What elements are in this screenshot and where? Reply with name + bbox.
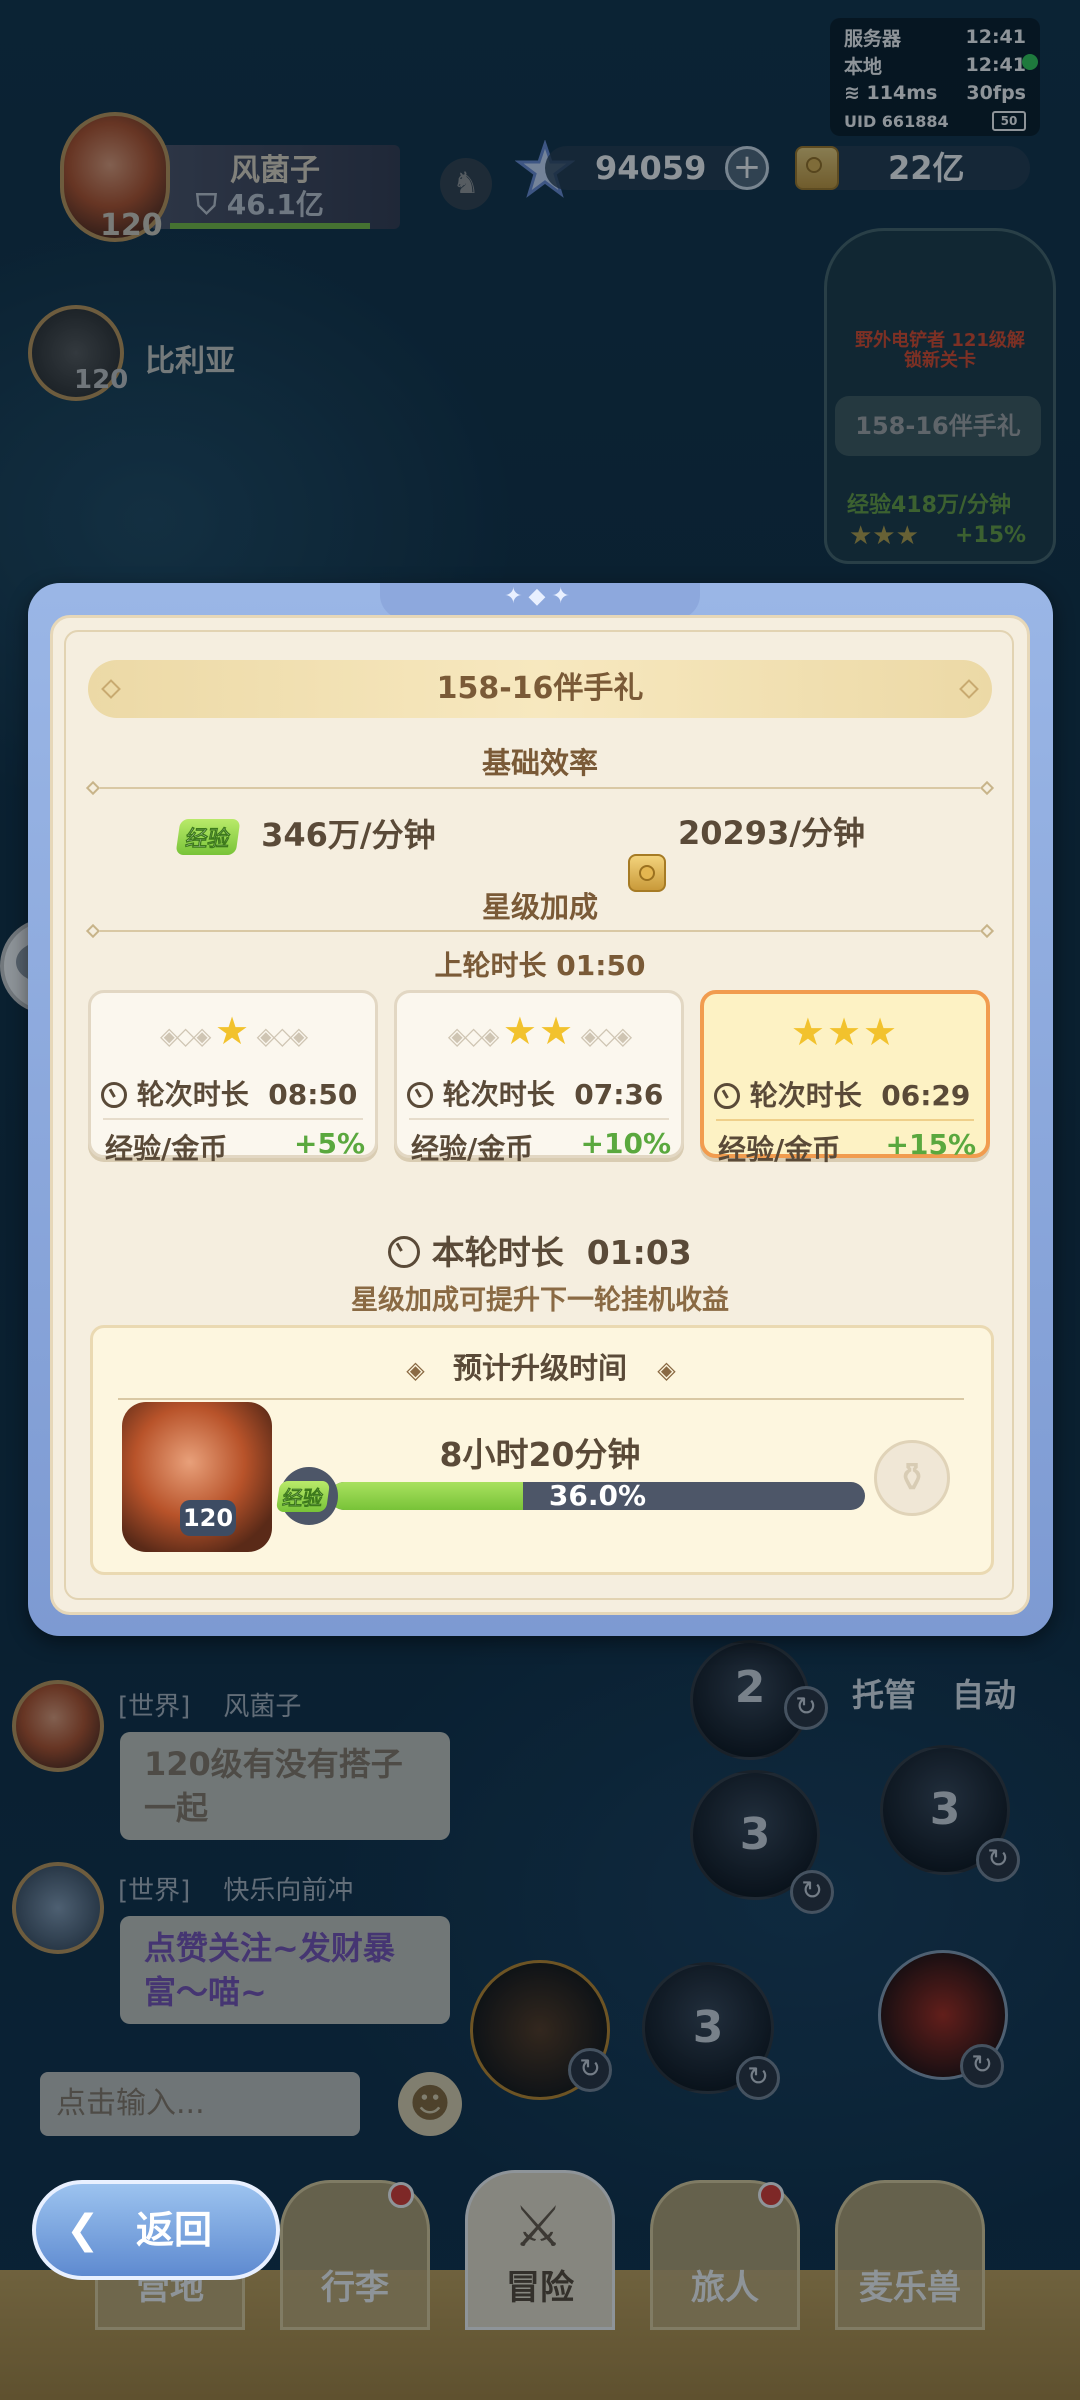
star-bonus-hint: 星级加成可提升下一轮挂机收益 (351, 1285, 729, 1316)
star-card-1[interactable]: ◈◇◈ ★ ◈◇◈ 轮次时长 08:50 经验/金币 +5% (88, 990, 378, 1165)
bonus-label: 经验/金币 (718, 1133, 841, 1166)
ornament-right: ◈◇◈ (575, 1022, 632, 1050)
exp-badge: 经验 (275, 1481, 331, 1512)
exp-rate-value: 346万/分钟 (261, 816, 436, 854)
clock-icon (714, 1083, 740, 1109)
bonus-label: 经验/金币 (105, 1132, 228, 1165)
bonus-value: +10% (580, 1127, 671, 1160)
stage-title-banner: 158-16伴手礼 (88, 660, 992, 718)
star-rating: ★★★ (790, 1010, 900, 1054)
base-efficiency-title: 基础效率 (481, 746, 598, 780)
gold-rate-value: 20293/分钟 (678, 814, 866, 852)
ornament-right: ◈◇◈ (251, 1022, 308, 1050)
current-round-label: 本轮时长 (431, 1233, 564, 1272)
bonus-value: +15% (885, 1128, 976, 1161)
round-label: 轮次时长 (442, 1078, 555, 1111)
back-button-label: 返回 (136, 2208, 213, 2252)
divider (100, 930, 980, 932)
star-rating: ★ (214, 1009, 252, 1053)
exp-badge: 经验 (175, 819, 241, 855)
round-label: 轮次时长 (749, 1079, 862, 1112)
current-round-time: 01:03 (586, 1233, 692, 1272)
diamond-icon: ◈ (657, 1356, 676, 1384)
diamond-icon (959, 679, 979, 699)
clock-icon (407, 1082, 433, 1108)
clock-icon (101, 1082, 127, 1108)
diamond-icon (101, 679, 121, 699)
back-button[interactable]: ❮ 返回 (32, 2180, 280, 2280)
ornament-left: ◈◇◈ (159, 1022, 215, 1050)
exp-progress-bar: 36.0% (330, 1482, 865, 1510)
back-arrow-icon: ❮ (66, 2207, 100, 2253)
current-round-row: 本轮时长 01:03 (0, 1226, 1080, 1274)
round-time: 06:29 (881, 1079, 971, 1112)
star-bonus-title: 星级加成 (481, 890, 598, 924)
bonus-label: 经验/金币 (411, 1132, 534, 1165)
star-card-3-selected[interactable]: ★★★ 轮次时长 06:29 经验/金币 +15% (700, 990, 990, 1166)
divider (118, 1398, 964, 1400)
divider (100, 787, 980, 789)
clock-icon (388, 1236, 421, 1268)
round-time: 07:36 (574, 1078, 664, 1111)
round-label: 轮次时长 (136, 1078, 249, 1111)
upgrade-title-row: ◈ 预计升级时间 ◈ (0, 1345, 1080, 1387)
star-card-2[interactable]: ◈◇◈ ★★ ◈◇◈ 轮次时长 07:36 经验/金币 +10% (394, 990, 684, 1165)
exp-progress-text: 36.0% (548, 1482, 647, 1510)
star-rating: ★★ (502, 1009, 576, 1053)
bonus-value: +5% (294, 1127, 365, 1160)
exp-rate-row: 经验 346万/分钟 (175, 810, 436, 856)
hero-level-badge: 120 (180, 1500, 236, 1536)
ornament-left: ◈◇◈ (447, 1022, 503, 1050)
stage-title: 158-16伴手礼 (436, 671, 644, 706)
round-time: 08:50 (268, 1078, 358, 1111)
last-round-duration: 上轮时长 01:50 (434, 949, 646, 982)
diamond-icon: ◈ (406, 1356, 425, 1384)
exp-circle: 经验 (275, 1467, 338, 1525)
modal-top-ornament: ✦◆✦ (380, 583, 700, 619)
upgrade-title: 预计升级时间 (452, 1351, 627, 1385)
potion-icon[interactable]: ⚱ (874, 1440, 950, 1516)
